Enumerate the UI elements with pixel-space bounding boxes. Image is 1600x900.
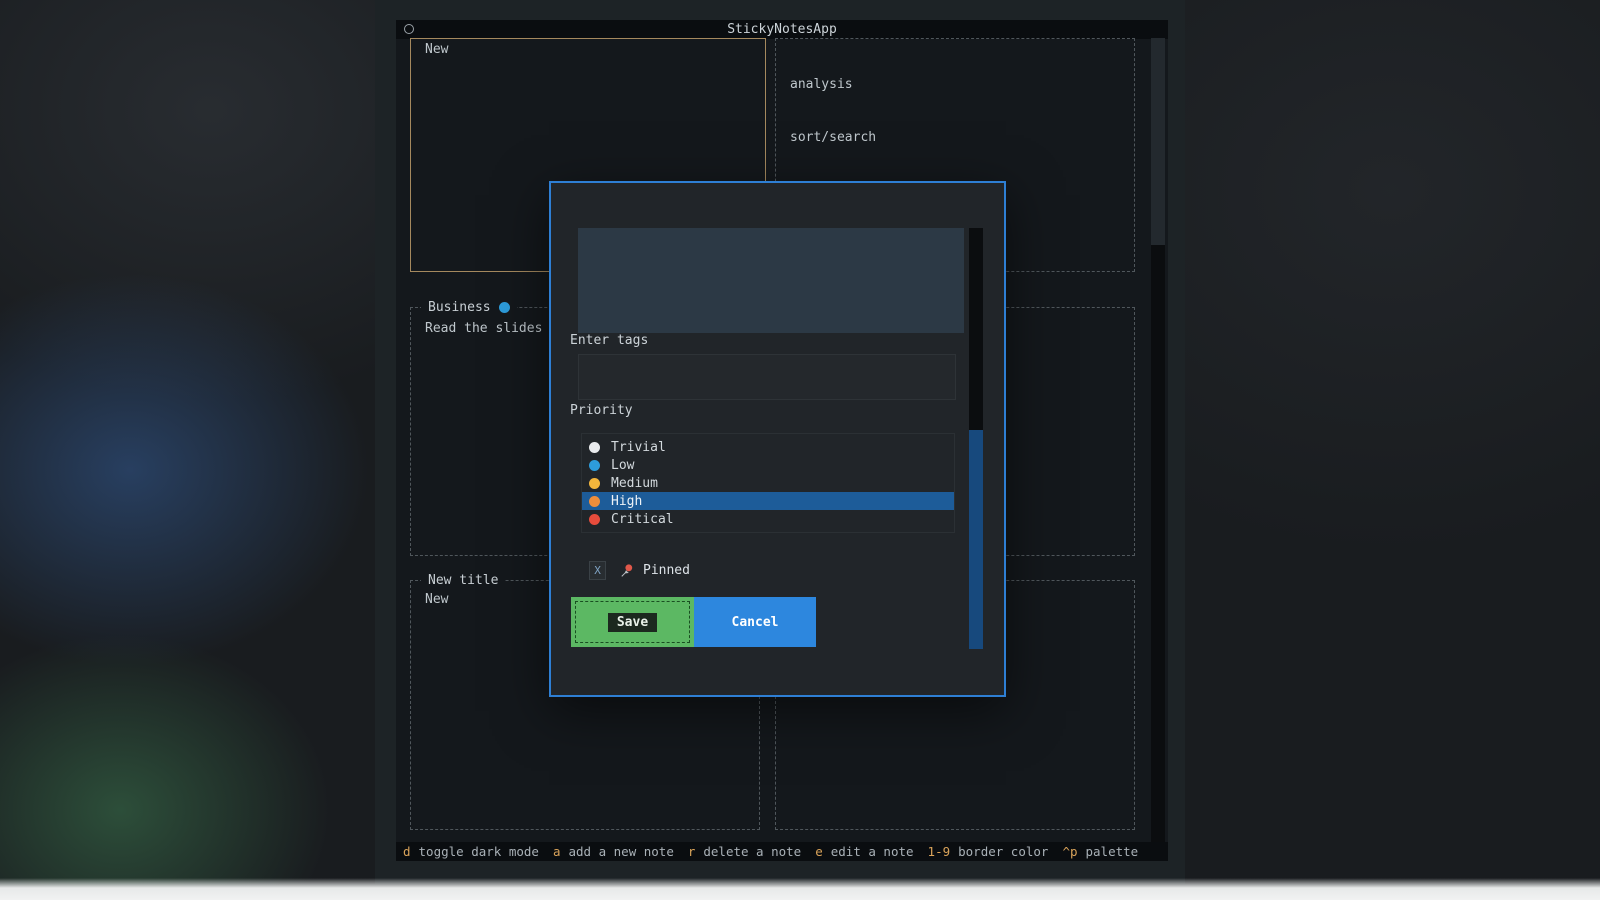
- title-bar: StickyNotesApp: [396, 20, 1168, 39]
- note-title: Business: [421, 299, 517, 316]
- tags-label: Enter tags: [570, 333, 648, 348]
- app-scrollbar-thumb[interactable]: [1151, 38, 1165, 245]
- tags-input[interactable]: [578, 354, 956, 400]
- priority-list: Trivial Low Medium High Critical: [581, 433, 955, 533]
- save-button-label: Save: [608, 613, 657, 632]
- priority-dot-low-icon: [589, 460, 600, 471]
- priority-dot-critical-icon: [589, 514, 600, 525]
- priority-option-critical[interactable]: Critical: [582, 510, 954, 528]
- dialog-buttons: Save Cancel: [571, 597, 816, 647]
- hint-label-palette: palette: [1086, 844, 1139, 859]
- note-title-text: Business: [428, 299, 491, 317]
- pinned-row: X Pinned: [589, 559, 690, 581]
- note-content-input[interactable]: [578, 228, 964, 333]
- hint-key-edit-note: e: [815, 844, 823, 859]
- edit-note-dialog: Enter tags Priority Trivial Low Medium H…: [549, 181, 1006, 697]
- hint-key-add-note: a: [553, 844, 561, 859]
- hint-label-edit-note: edit a note: [831, 844, 914, 859]
- note-line: sort/search: [790, 129, 1120, 147]
- hint-label-dark-mode: toggle dark mode: [419, 844, 539, 859]
- app-scrollbar[interactable]: [1151, 38, 1165, 844]
- dialog-scrollbar[interactable]: [969, 228, 983, 649]
- priority-dot-low-icon: [499, 302, 510, 313]
- priority-dot-high-icon: [589, 496, 600, 507]
- priority-dot-medium-icon: [589, 478, 600, 489]
- note-line: New: [411, 39, 765, 61]
- desktop-bottom-glow: [0, 878, 1600, 900]
- note-title-text: New title: [428, 572, 498, 590]
- save-button[interactable]: Save: [571, 597, 694, 647]
- priority-option-trivial[interactable]: Trivial: [582, 438, 954, 456]
- dialog-scrollbar-thumb[interactable]: [969, 430, 983, 649]
- note-title: New title: [421, 572, 505, 589]
- priority-label: Priority: [570, 403, 633, 418]
- pinned-label: Pinned: [643, 563, 690, 578]
- pinned-checkbox[interactable]: X: [589, 561, 606, 580]
- cancel-button[interactable]: Cancel: [694, 597, 816, 647]
- hint-key-palette: ^p: [1062, 844, 1077, 859]
- window-icon: [404, 24, 414, 34]
- hint-key-dark-mode: d: [403, 844, 411, 859]
- priority-option-high[interactable]: High: [582, 492, 954, 510]
- priority-option-low[interactable]: Low: [582, 456, 954, 474]
- hint-label-border-color: border color: [958, 844, 1048, 859]
- pushpin-icon: [619, 563, 634, 578]
- hint-label-delete-note: delete a note: [703, 844, 801, 859]
- hint-key-border-color: 1-9: [928, 844, 951, 859]
- app-title: StickyNotesApp: [727, 22, 837, 37]
- priority-option-medium[interactable]: Medium: [582, 474, 954, 492]
- priority-dot-trivial-icon: [589, 442, 600, 453]
- hint-label-add-note: add a new note: [568, 844, 673, 859]
- status-bar: d toggle dark mode a add a new note r de…: [396, 842, 1168, 861]
- hint-key-delete-note: r: [688, 844, 696, 859]
- note-line: analysis: [790, 76, 1120, 94]
